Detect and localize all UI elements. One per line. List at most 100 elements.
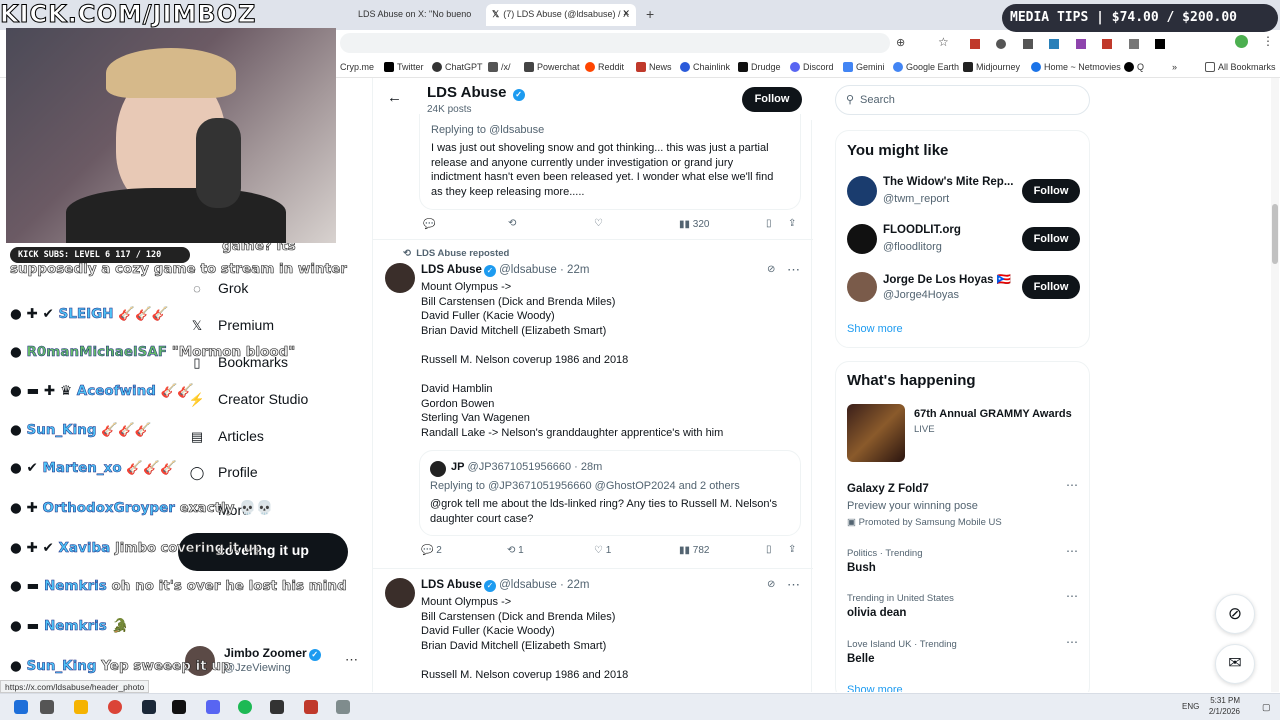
featured-trend-title[interactable]: 67th Annual GRAMMY Awards <box>914 408 1072 420</box>
more-options-icon[interactable]: ⋯ <box>1066 589 1079 603</box>
obs-icon[interactable] <box>270 700 284 714</box>
views-stat[interactable]: ▮▮ 782 <box>679 545 709 556</box>
like-icon[interactable]: ♡ <box>594 218 603 229</box>
clock-date[interactable]: 2/1/2026 <box>1206 707 1240 716</box>
nav-premium[interactable]: 𝕏 Premium <box>188 317 274 334</box>
user-avatar[interactable] <box>847 272 877 302</box>
clock-time[interactable]: 5:31 PM <box>1208 696 1240 705</box>
browser-tab-active[interactable]: 𝕏 (7) LDS Abuse (@ldsabuse) / X ✕ <box>486 4 636 26</box>
app-icon[interactable] <box>304 700 318 714</box>
reply-stat[interactable]: 💬 2 <box>421 545 442 556</box>
profile-avatar-icon[interactable] <box>1235 35 1248 48</box>
tweet-avatar[interactable] <box>385 263 415 293</box>
bookmark-item[interactable]: Home ~ Netmovies <box>1031 62 1121 72</box>
more-options-icon[interactable]: ⋯ <box>787 577 800 593</box>
trend-title[interactable]: Belle <box>847 653 875 665</box>
bookmark-item[interactable]: Twitter <box>384 62 424 72</box>
bookmark-item[interactable]: News <box>636 62 672 72</box>
bookmark-icon[interactable]: ▯ <box>766 218 772 229</box>
bookmark-item[interactable]: Powerchat <box>524 62 580 72</box>
bookmark-item[interactable]: Reddit <box>585 62 624 72</box>
bookmark-item[interactable]: Gemini <box>843 62 885 72</box>
all-bookmarks[interactable]: All Bookmarks <box>1205 62 1276 72</box>
nav-creator-studio[interactable]: ⚡ Creator Studio <box>188 391 308 408</box>
follow-button[interactable]: Follow <box>742 87 802 112</box>
scrollbar[interactable] <box>1271 78 1279 692</box>
more-options-icon[interactable]: ⋯ <box>1066 478 1079 492</box>
follow-button[interactable]: Follow <box>1022 275 1080 299</box>
grok-float-icon[interactable]: ⊘ <box>1215 594 1255 634</box>
close-tab-icon[interactable]: ✕ <box>622 8 630 19</box>
app-icon[interactable] <box>336 700 350 714</box>
url-field[interactable] <box>340 33 890 53</box>
follow-button[interactable]: Follow <box>1022 227 1080 251</box>
grok-icon[interactable]: ⊘ <box>767 579 775 590</box>
tweet-author[interactable]: LDS Abuse ✓ @ldsabuse · 22m <box>421 264 589 277</box>
chat-message: ● ▬ Nemkris oh no it's over he lost his … <box>10 578 347 595</box>
emote-icon: 🐊 <box>111 618 129 634</box>
bookmark-item[interactable]: Q <box>1124 62 1144 72</box>
share-icon[interactable]: ⇪ <box>788 218 796 229</box>
bookmark-item[interactable]: Discord <box>790 62 834 72</box>
bookmark-item[interactable]: Drudge <box>738 62 781 72</box>
bookmark-item[interactable]: Google Earth <box>893 62 959 72</box>
start-icon[interactable] <box>14 700 28 714</box>
account-menu-icon[interactable]: ⋯ <box>345 652 358 668</box>
chevron-right-icon[interactable]: » <box>1172 62 1177 72</box>
zoom-icon[interactable]: ⊕ <box>896 36 905 49</box>
trend-thumbnail[interactable] <box>847 404 905 462</box>
language-indicator[interactable]: ENG <box>1182 702 1199 711</box>
bookmark-item[interactable]: Chainlink <box>680 62 730 72</box>
discord-icon[interactable] <box>206 700 220 714</box>
user-avatar[interactable] <box>847 176 877 206</box>
file-explorer-icon[interactable] <box>74 700 88 714</box>
menu-icon[interactable]: ⋮ <box>1262 34 1274 48</box>
repost-icon[interactable]: ⟲ <box>508 218 516 229</box>
show-more-link[interactable]: Show more <box>847 684 903 692</box>
bookmark-item[interactable]: Midjourney <box>963 62 1020 72</box>
quoted-tweet-card[interactable]: JP @JP3671051956660 · 28m Replying to @J… <box>419 450 801 536</box>
trend-title[interactable]: olivia dean <box>847 607 906 619</box>
show-more-link[interactable]: Show more <box>847 323 903 335</box>
spotify-icon[interactable] <box>238 700 252 714</box>
more-options-icon[interactable]: ⋯ <box>1066 544 1079 558</box>
user-avatar[interactable] <box>847 224 877 254</box>
chrome-icon[interactable] <box>108 700 122 714</box>
user-name[interactable]: The Widow's Mite Rep... <box>883 176 1013 188</box>
grok-icon[interactable]: ⊘ <box>767 264 775 275</box>
views-stat[interactable]: ▮▮ 320 <box>679 219 709 230</box>
bookmark-icon[interactable]: ▯ <box>766 544 772 555</box>
more-options-icon[interactable]: ⋯ <box>1066 635 1079 649</box>
back-arrow-icon[interactable]: ← <box>387 89 402 106</box>
more-options-icon[interactable]: ⋯ <box>787 262 800 278</box>
reply-icon[interactable]: 💬 <box>423 219 435 230</box>
bookmark-item[interactable]: ChatGPT <box>432 62 483 72</box>
browser-tab[interactable]: LDS Abuse on X: "No bueno <box>352 4 482 26</box>
bookmark-star-icon[interactable]: ☆ <box>938 35 949 49</box>
messages-icon[interactable]: ✉ <box>1215 644 1255 684</box>
user-name[interactable]: Jorge De Los Hoyas 🇵🇷 <box>883 272 1011 286</box>
repost-stat[interactable]: ⟲ 1 <box>507 545 524 556</box>
share-icon[interactable]: ⇪ <box>788 544 796 555</box>
account-name[interactable]: Jimbo Zoomer ✓ <box>224 646 321 661</box>
bookmark-item[interactable]: /x/ <box>488 62 511 72</box>
steam-icon[interactable] <box>142 700 156 714</box>
nav-profile[interactable]: ◯ Profile <box>188 464 258 481</box>
like-stat[interactable]: ♡ 1 <box>594 545 611 556</box>
trend-title[interactable]: Bush <box>847 562 876 574</box>
task-view-icon[interactable] <box>40 700 54 714</box>
quoted-tweet-card[interactable]: Replying to @ldsabuse I was just out sho… <box>419 114 801 210</box>
new-tab-icon[interactable]: + <box>646 6 654 22</box>
tweet-author[interactable]: LDS Abuse ✓ @ldsabuse · 22m <box>421 579 589 592</box>
app-icon[interactable] <box>172 700 186 714</box>
tweet-avatar[interactable] <box>385 578 415 608</box>
extension-icons[interactable] <box>970 36 1180 50</box>
notification-icon[interactable]: ▢ <box>1262 702 1271 713</box>
search-input[interactable]: ⚲ Search <box>835 85 1090 115</box>
nav-articles[interactable]: ▤ Articles <box>188 428 264 445</box>
follow-button[interactable]: Follow <box>1022 179 1080 203</box>
ad-title[interactable]: Galaxy Z Fold7 <box>847 483 929 495</box>
like-icon: ♡ <box>594 545 603 556</box>
bookmark-item[interactable]: Cryp.me <box>340 62 374 72</box>
user-name[interactable]: FLOODLIT.org <box>883 224 961 236</box>
